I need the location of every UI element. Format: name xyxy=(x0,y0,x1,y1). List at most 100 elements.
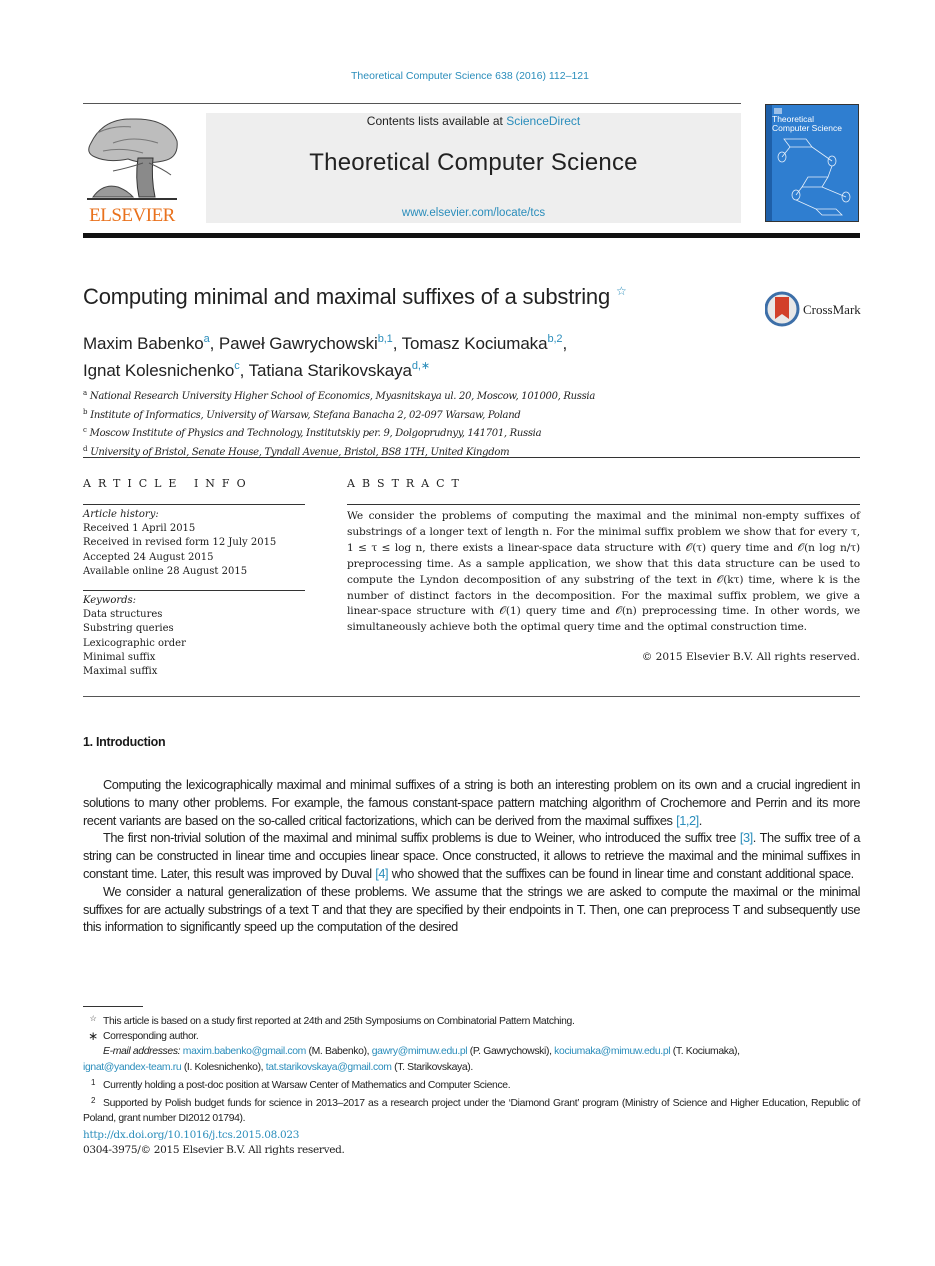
keywords-label: Keywords: xyxy=(83,595,137,606)
article-info-rule xyxy=(83,504,305,505)
affiliation-text: Moscow Institute of Physics and Technolo… xyxy=(89,428,542,439)
abstract-rule xyxy=(347,504,860,505)
author-name: Tomasz Kociumaka xyxy=(401,334,548,353)
footnote-mark: 1 xyxy=(90,1077,96,1087)
citation-link[interactable]: [1,2] xyxy=(676,813,699,828)
journal-title: Theoretical Computer Science xyxy=(309,149,638,176)
author-affiliation-mark[interactable]: b,2 xyxy=(547,333,562,345)
header-rule xyxy=(83,103,741,104)
citation-link[interactable]: [3] xyxy=(740,830,753,845)
author-name: Maxim Babenko xyxy=(83,334,204,353)
section-rule xyxy=(83,457,860,458)
paragraph-text: who showed that the suffixes can be foun… xyxy=(388,865,855,881)
crossmark-icon xyxy=(765,291,800,327)
cover-title: Theoretical Computer Science xyxy=(772,115,842,133)
history-item: Received 1 April 2015 xyxy=(83,523,196,535)
email-link[interactable]: maxim.babenko@gmail.com xyxy=(183,1046,307,1057)
footnote-2: 2 Supported by Polish budget funds for sc… xyxy=(83,1093,860,1126)
affiliation: c Moscow Institute of Physics and Technol… xyxy=(83,423,595,442)
keyword: Maximal suffix xyxy=(83,666,158,678)
author[interactable]: Maxim Babenkoa xyxy=(83,333,210,353)
email-owner: (I. Kolesnichenko), xyxy=(181,1061,266,1073)
paragraph-text: The first non-trivial solution of the ma… xyxy=(103,830,740,846)
keyword: Data structures xyxy=(83,609,163,621)
elsevier-tree-icon xyxy=(87,118,178,200)
footnote-text: Currently holding a post-doc position at… xyxy=(103,1079,511,1091)
keywords: Keywords: Data structures Substring quer… xyxy=(83,594,186,679)
email-link[interactable]: ignat@yandex-team.ru xyxy=(83,1062,182,1073)
email-link[interactable]: kociumaka@mimuw.edu.pl xyxy=(554,1046,670,1057)
introduction-body: Computing the lexicographically maximal … xyxy=(83,776,860,936)
author[interactable]: Ignat Kolesnichenkoc xyxy=(83,360,240,380)
footnote-mark: ☆ xyxy=(89,1014,97,1023)
affiliation-mark: d xyxy=(83,444,88,453)
footnote-star: ☆ This article is based on a study first … xyxy=(83,1011,860,1029)
affiliation-text: National Research University Higher Scho… xyxy=(89,391,595,402)
author[interactable]: Tomasz Kociumakab,2 xyxy=(401,333,563,353)
email-owner: (P. Gawrychowski), xyxy=(467,1046,555,1058)
author-name: Tatiana Starikovskaya xyxy=(248,361,412,380)
affiliation: b Institute of Informatics, University of… xyxy=(83,405,595,424)
elsevier-logo[interactable]: ELSEVIER xyxy=(83,113,181,226)
author-list: Maxim Babenkoa, Paweł Gawrychowskib,1, T… xyxy=(83,328,567,382)
author-affiliation-mark[interactable]: b,1 xyxy=(378,333,393,345)
email-link[interactable]: gawry@mimuw.edu.pl xyxy=(372,1046,468,1057)
article-title: Computing minimal and maximal suffixes o… xyxy=(83,284,627,310)
affiliation-text: University of Bristol, Senate House, Tyn… xyxy=(90,446,510,458)
affiliation: a National Research University Higher Sch… xyxy=(83,386,595,405)
cover-diagram-icon xyxy=(777,138,851,216)
section-heading-introduction: 1. Introduction xyxy=(83,735,166,749)
email-owner: (M. Babenko), xyxy=(305,1046,372,1058)
history-item: Received in revised form 12 July 2015 xyxy=(83,537,277,549)
journal-url-link[interactable]: www.elsevier.com/locate/tcs xyxy=(206,207,741,219)
affiliation-text: Institute of Informatics, University of … xyxy=(90,409,521,421)
footnote-1: 1 Currently holding a post-doc position a… xyxy=(83,1075,860,1093)
sciencedirect-link[interactable]: ScienceDirect xyxy=(506,114,580,128)
contents-available-text: Contents lists available at ScienceDirec… xyxy=(206,114,741,128)
affiliations: a National Research University Higher Sch… xyxy=(83,386,595,460)
footnote-mark: ∗ xyxy=(88,1029,98,1044)
footnote-text: Corresponding author. xyxy=(103,1031,199,1043)
journal-cover-image[interactable]: Theoretical Computer Science xyxy=(765,104,859,222)
keyword: Lexicographic order xyxy=(83,637,186,649)
footnote-corresponding: ∗ Corresponding author. xyxy=(83,1029,860,1044)
keyword: Substring queries xyxy=(83,623,174,635)
crossmark-label: CrossMark xyxy=(803,302,861,317)
paragraph: Computing the lexicographically maximal … xyxy=(83,776,860,829)
author-affiliation-mark[interactable]: d,∗ xyxy=(412,360,430,372)
footnote-mark: 2 xyxy=(90,1096,96,1106)
affiliation-mark: a xyxy=(83,389,87,397)
email-label: E-mail addresses: xyxy=(103,1046,181,1058)
email-owner: (T. Starikovskaya). xyxy=(391,1061,473,1073)
abstract-copyright: © 2015 Elsevier B.V. All rights reserved… xyxy=(641,651,860,663)
author[interactable]: Paweł Gawrychowskib,1 xyxy=(218,333,393,353)
email-link[interactable]: tat.starikovskaya@gmail.com xyxy=(266,1062,392,1073)
doi-link[interactable]: http://dx.doi.org/10.1016/j.tcs.2015.08.… xyxy=(83,1129,299,1141)
article-history: Article history: Received 1 April 2015 R… xyxy=(83,508,276,579)
author-separator: , xyxy=(562,334,568,353)
cover-title-line2: Computer Science xyxy=(772,123,842,133)
paragraph-text: . xyxy=(698,812,703,828)
keywords-rule xyxy=(83,590,305,591)
affiliation-mark: b xyxy=(83,407,88,416)
article-info-heading: ARTICLE INFO xyxy=(83,477,253,490)
header-thick-rule xyxy=(83,233,860,238)
abstract-text: We consider the problems of computing th… xyxy=(347,510,860,634)
title-footnote-mark[interactable]: ☆ xyxy=(616,284,627,298)
journal-reference-link[interactable]: Theoretical Computer Science 638 (2016) … xyxy=(0,70,935,82)
author-separator: , xyxy=(209,334,219,353)
footnotes: ☆ This article is based on a study first … xyxy=(83,1011,860,1126)
footnote-text: Supported by Polish budget funds for sci… xyxy=(83,1098,860,1125)
author-separator: , xyxy=(239,361,249,380)
author[interactable]: Tatiana Starikovskayad,∗ xyxy=(248,360,430,380)
contents-prefix: Contents lists available at xyxy=(366,114,507,128)
footnote-emails: E-mail addresses: maxim.babenko@gmail.co… xyxy=(83,1044,860,1074)
paragraph: The first non-trivial solution of the ma… xyxy=(83,829,860,882)
abstract-heading: ABSTRACT xyxy=(347,477,466,490)
citation-link[interactable]: [4] xyxy=(375,866,388,881)
crossmark-button[interactable]: CrossMark xyxy=(765,291,865,327)
author-name: Paweł Gawrychowski xyxy=(218,334,378,353)
footnote-text: This article is based on a study first r… xyxy=(103,1016,575,1027)
history-label: Article history: xyxy=(83,509,159,520)
elsevier-wordmark: ELSEVIER xyxy=(89,205,175,226)
